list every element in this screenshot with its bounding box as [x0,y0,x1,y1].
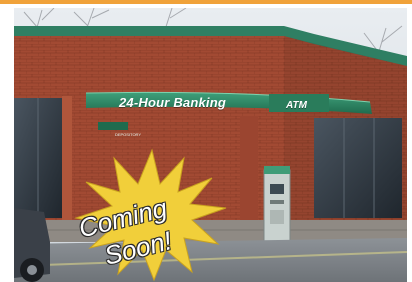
depository-sign [98,122,128,130]
depository-text: DEPOSITORY [114,132,142,137]
canopy-atm-text: ATM [286,100,307,111]
parked-car [14,208,50,282]
bank-building-photo: 24-Hour Banking ATM DEPOSITORY Coming So… [14,8,407,282]
building-scene [14,8,407,282]
canopy-banking-text: 24-Hour Banking [119,95,227,110]
top-accent-bar [0,0,412,4]
window-right [314,118,402,218]
